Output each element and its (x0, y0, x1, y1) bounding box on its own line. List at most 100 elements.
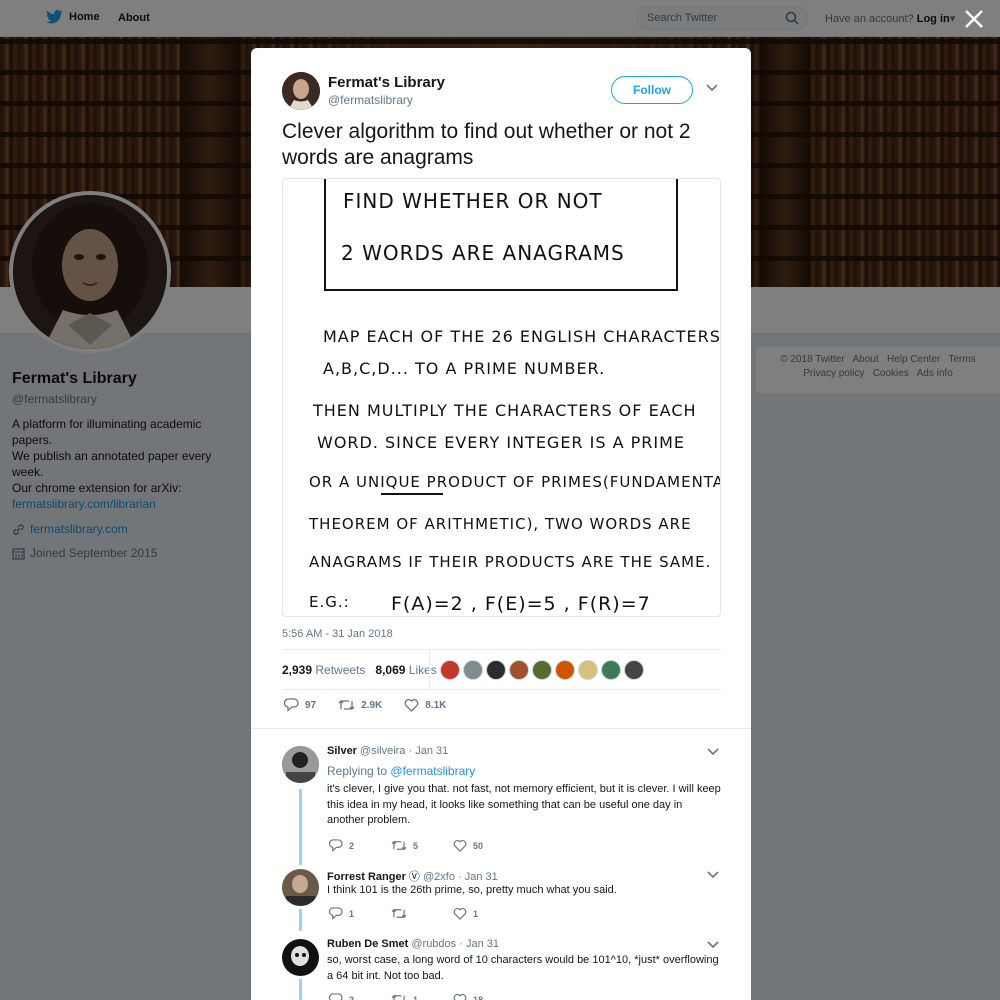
verified-icon: Ⓥ (408, 871, 420, 883)
heart-icon (404, 699, 419, 712)
retweets-stat[interactable]: 2,939 Retweets (282, 663, 365, 677)
likes-stat[interactable]: 8,069 Likes (375, 663, 436, 677)
retweets-label: Retweets (315, 663, 366, 677)
reply-text: it's clever, I give you that. not fast, … (327, 783, 721, 826)
like-button[interactable]: 50 (453, 839, 515, 852)
retweet-count: 2.9K (361, 699, 383, 711)
tweet-stats: 2,939 Retweets 8,069 Likes (282, 663, 437, 677)
reply-count: 2 (349, 994, 355, 1000)
liker-avatar[interactable] (624, 660, 644, 680)
retweets-count: 2,939 (282, 663, 313, 677)
likers-avatars (440, 660, 644, 680)
reply-icon (329, 907, 343, 920)
chevron-down-icon[interactable] (707, 748, 719, 756)
retweet-button[interactable]: 5 (391, 839, 453, 852)
like-button[interactable]: 8.1K (404, 698, 446, 712)
reply-author-handle[interactable]: @2xfo (423, 871, 455, 883)
divider (282, 649, 721, 650)
divider (429, 649, 430, 689)
image-text-line: ANAGRAMS IF THEIR PRODUCTS ARE THE SAME. (309, 553, 712, 571)
retweet-icon (391, 994, 405, 1000)
tweet-author-handle[interactable]: @fermatslibrary (328, 93, 413, 107)
reply-button[interactable]: 2 (329, 839, 391, 852)
thread-line (299, 979, 302, 1000)
reply-header: Silver @silveira · Jan 31 (327, 745, 448, 757)
reply-date[interactable]: · Jan 31 (458, 871, 498, 883)
avatar-image (282, 869, 319, 906)
chevron-down-icon[interactable] (707, 941, 719, 949)
like-count: 50 (473, 840, 484, 851)
likes-label: Likes (408, 663, 437, 677)
tweet-actions: 97 2.9K 8.1K (284, 698, 446, 712)
author-portrait (282, 72, 320, 110)
reply-icon (284, 698, 299, 712)
tweet-author-name[interactable]: Fermat's Library (328, 74, 445, 91)
liker-avatar[interactable] (578, 660, 598, 680)
reply-author-name[interactable]: Silver (327, 745, 357, 757)
reply-count: 1 (349, 908, 355, 919)
liker-avatar[interactable] (509, 660, 529, 680)
retweet-button[interactable] (391, 907, 453, 920)
reply-header: Ruben De Smet @rubdos · Jan 31 (327, 938, 499, 950)
image-text-line: OR A UNIQUE PRODUCT OF PRIMES(FUNDAMENTA… (309, 473, 721, 491)
replying-prefix: Replying to (327, 764, 388, 778)
replying-to: Replying to @fermatslibrary (327, 764, 475, 778)
image-text-line: A,B,C,D... TO A PRIME NUMBER. (323, 359, 606, 378)
reply-actions: 2 5 50 (329, 839, 515, 852)
reply-avatar[interactable] (282, 939, 319, 976)
retweet-icon (391, 840, 407, 851)
tweet-image[interactable]: FIND WHETHER OR NOT 2 WORDS ARE ANAGRAMS… (282, 178, 721, 617)
replying-to-link[interactable]: @fermatslibrary (390, 764, 475, 778)
retweet-icon (338, 700, 355, 710)
reply-author-handle[interactable]: @rubdos (411, 938, 456, 950)
image-text-line: 2 WORDS ARE ANAGRAMS (341, 241, 625, 265)
like-count: 8.1K (425, 699, 447, 711)
retweet-button[interactable]: 1 (391, 993, 453, 1000)
liker-avatar[interactable] (486, 660, 506, 680)
thread-line (299, 789, 302, 865)
reply-button[interactable]: 1 (329, 907, 391, 920)
retweet-button[interactable]: 2.9K (338, 698, 382, 712)
tweet-timestamp[interactable]: 5:56 AM - 31 Jan 2018 (282, 628, 393, 640)
divider (282, 689, 721, 690)
reply-count: 2 (349, 840, 355, 851)
liker-avatar[interactable] (440, 660, 460, 680)
liker-avatar[interactable] (532, 660, 552, 680)
avatar-image (282, 746, 319, 783)
reply-author-name[interactable]: Forrest Ranger (327, 871, 406, 883)
reply-button[interactable]: 97 (284, 698, 316, 712)
underline-mark (381, 493, 443, 495)
reply-avatar[interactable] (282, 746, 319, 783)
retweet-count: 5 (413, 840, 419, 851)
follow-button[interactable]: Follow (611, 76, 693, 104)
like-count: 18 (473, 994, 484, 1000)
reply-button[interactable]: 2 (329, 993, 391, 1000)
replies-list: Silver @silveira · Jan 31 Replying to @f… (251, 728, 751, 1000)
liker-avatar[interactable] (463, 660, 483, 680)
reply-text: I think 101 is the 26th prime, so, prett… (327, 884, 617, 896)
reply-date[interactable]: · Jan 31 (409, 745, 449, 757)
reply-author-name[interactable]: Ruben De Smet (327, 938, 408, 950)
image-text-line: MAP EACH OF THE 26 ENGLISH CHARACTERS (323, 327, 721, 346)
reply-author-handle[interactable]: @silveira (360, 745, 405, 757)
chevron-down-icon[interactable] (707, 871, 719, 879)
reply-icon (329, 839, 343, 852)
like-button[interactable]: 1 (453, 907, 515, 920)
image-text-line: FIND WHETHER OR NOT (343, 189, 603, 213)
image-text-line: WORD. SINCE EVERY INTEGER IS A PRIME (317, 433, 686, 452)
liker-avatar[interactable] (601, 660, 621, 680)
retweet-icon (391, 908, 407, 919)
image-text-line: THEOREM OF ARITHMETIC), TWO WORDS ARE (309, 515, 692, 533)
heart-icon (453, 993, 467, 1000)
like-button[interactable]: 18 (453, 993, 515, 1000)
liker-avatar[interactable] (555, 660, 575, 680)
reply-count: 97 (305, 699, 317, 711)
reply-actions: 2 1 18 (329, 993, 515, 1000)
reply-avatar[interactable] (282, 869, 319, 906)
heart-icon (453, 839, 467, 852)
close-icon[interactable] (963, 8, 985, 30)
reply-date[interactable]: · Jan 31 (459, 938, 499, 950)
image-text-line: THEN MULTIPLY THE CHARACTERS OF EACH (313, 401, 697, 420)
tweet-author-avatar[interactable] (282, 72, 320, 110)
chevron-down-icon[interactable] (706, 84, 718, 92)
